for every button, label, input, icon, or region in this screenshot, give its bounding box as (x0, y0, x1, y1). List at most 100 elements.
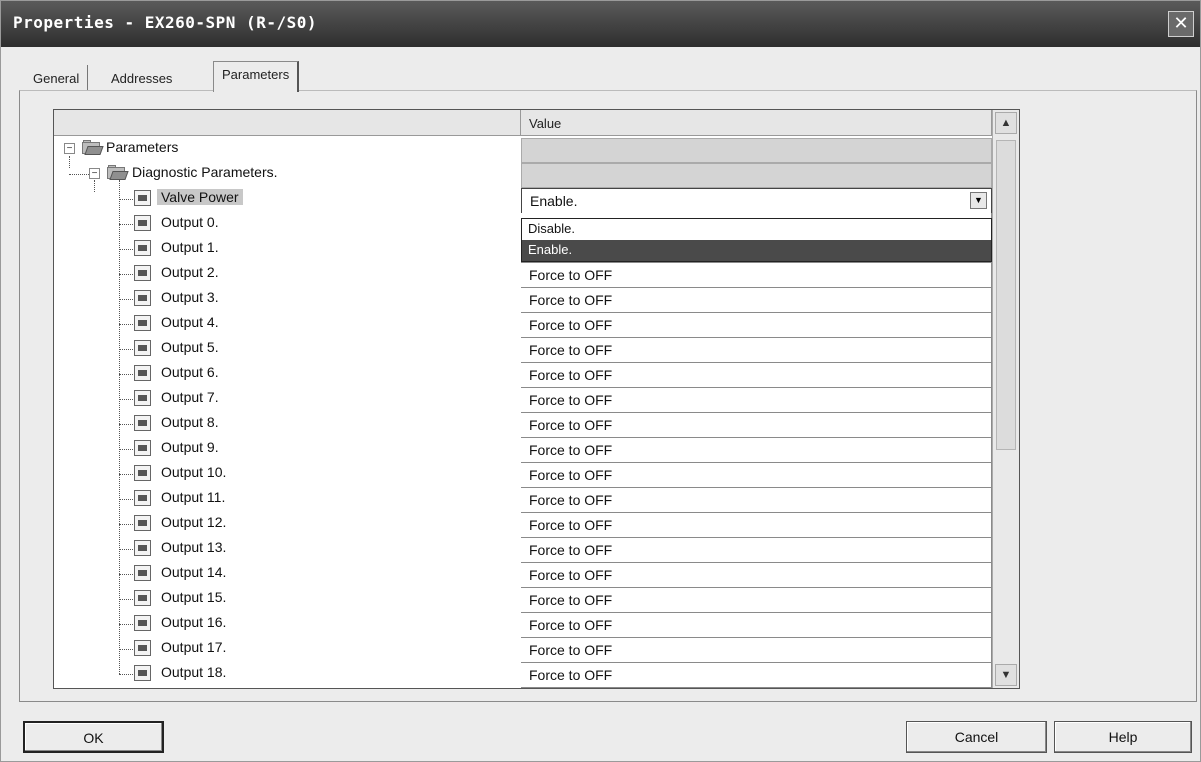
tree-row-output[interactable]: Output 2. (54, 261, 521, 286)
value-cell-output[interactable]: Force to OFF (521, 563, 992, 588)
tree-row-output[interactable]: Output 13. (54, 536, 521, 561)
valve-power-select[interactable]: Enable. ▼ (521, 188, 992, 215)
tree-row-output[interactable]: Output 10. (54, 461, 521, 486)
tree-row-output[interactable]: Output 11. (54, 486, 521, 511)
parameter-icon (134, 515, 151, 531)
value-cell-output[interactable]: Force to OFF (521, 438, 992, 463)
tree-label: Output 1. (161, 239, 219, 255)
value-cell-output[interactable]: Force to OFF (521, 613, 992, 638)
chevron-down-icon[interactable]: ▼ (970, 192, 987, 209)
tree-label: Parameters (106, 139, 179, 155)
value-cell-output[interactable]: Force to OFF (521, 538, 992, 563)
value-cell-output[interactable]: Force to OFF (521, 363, 992, 388)
value-cell-output[interactable]: Force to OFF (521, 413, 992, 438)
parameter-icon (134, 215, 151, 231)
tree-label: Output 5. (161, 339, 219, 355)
value-cell-output[interactable]: Force to OFF (521, 638, 992, 663)
parameter-icon (134, 390, 151, 406)
scroll-down-icon[interactable]: ▼ (995, 664, 1017, 686)
value-cell-diagnostic-parameters (521, 163, 992, 188)
tree-row-valve-power[interactable]: Valve Power (54, 186, 521, 211)
name-column-header[interactable] (54, 110, 521, 136)
value-cell-output[interactable]: Force to OFF (521, 388, 992, 413)
tree-label: Output 10. (161, 464, 227, 480)
tree-row-output[interactable]: Output 18. (54, 661, 521, 686)
tab-parameters[interactable]: Parameters (213, 61, 300, 92)
parameter-icon (134, 615, 151, 631)
parameter-icon (134, 240, 151, 256)
title-bar[interactable]: Properties - EX260-SPN (R-/S0) ✕ (1, 1, 1200, 47)
value-cell-output[interactable]: Force to OFF (521, 588, 992, 613)
value-cell-parameters (521, 138, 992, 163)
tree-label: Output 0. (161, 214, 219, 230)
vertical-scrollbar[interactable]: ▲ ▼ (992, 110, 1019, 688)
window-title: Properties - EX260-SPN (R-/S0) (13, 13, 317, 32)
parameter-icon (134, 490, 151, 506)
parameter-icon (134, 190, 151, 206)
tree-row-output[interactable]: Output 7. (54, 386, 521, 411)
ok-button[interactable]: OK (23, 721, 164, 753)
properties-dialog: Properties - EX260-SPN (R-/S0) ✕ General… (0, 0, 1201, 762)
tree-row-output[interactable]: Output 16. (54, 611, 521, 636)
tree-row-output[interactable]: Output 8. (54, 411, 521, 436)
tree-row-output[interactable]: Output 9. (54, 436, 521, 461)
scroll-up-icon[interactable]: ▲ (995, 112, 1017, 134)
collapse-icon[interactable]: − (64, 143, 75, 154)
tree-row-output[interactable]: Output 4. (54, 311, 521, 336)
parameter-tree: − Parameters − Diagnostic Parameters. Va… (54, 136, 521, 688)
tree-label: Output 15. (161, 589, 227, 605)
tree-row-output[interactable]: Output 14. (54, 561, 521, 586)
parameter-icon (134, 640, 151, 656)
valve-power-dropdown-list: Disable. Enable. (521, 218, 992, 262)
tree-row-parameters[interactable]: − Parameters (54, 136, 521, 161)
parameter-icon (134, 415, 151, 431)
tab-addresses[interactable]: Addresses (103, 65, 180, 91)
tree-row-output[interactable]: Output 6. (54, 361, 521, 386)
tab-general[interactable]: General (25, 65, 89, 91)
help-button[interactable]: Help (1054, 721, 1192, 753)
value-cell-output[interactable]: Force to OFF (521, 488, 992, 513)
tree-row-output[interactable]: Output 17. (54, 636, 521, 661)
scrollbar-thumb[interactable] (996, 140, 1016, 450)
tree-label: Output 9. (161, 439, 219, 455)
value-cell-output[interactable]: Force to OFF (521, 663, 992, 688)
value-cell-output[interactable]: Force to OFF (521, 263, 992, 288)
parameter-icon (134, 590, 151, 606)
folder-icon (82, 140, 104, 155)
value-cell-output[interactable]: Force to OFF (521, 513, 992, 538)
tree-row-output[interactable]: Output 3. (54, 286, 521, 311)
parameter-icon (134, 465, 151, 481)
parameter-icon (134, 540, 151, 556)
tree-row-output[interactable]: Output 0. (54, 211, 521, 236)
parameter-icon (134, 265, 151, 281)
parameter-icon (134, 565, 151, 581)
tree-label: Output 8. (161, 414, 219, 430)
dropdown-option-enable[interactable]: Enable. (522, 240, 991, 261)
tree-label: Diagnostic Parameters. (132, 164, 278, 180)
value-cell-output[interactable]: Force to OFF (521, 338, 992, 363)
close-icon[interactable]: ✕ (1168, 11, 1194, 37)
tree-row-output[interactable]: Output 15. (54, 586, 521, 611)
tree-label: Output 13. (161, 539, 227, 555)
collapse-icon[interactable]: − (89, 168, 100, 179)
parameter-icon (134, 440, 151, 456)
parameter-icon (134, 340, 151, 356)
value-column-header[interactable]: Value (521, 110, 992, 136)
tree-label: Output 7. (161, 389, 219, 405)
cancel-button[interactable]: Cancel (906, 721, 1047, 753)
tree-label: Output 12. (161, 514, 227, 530)
selected-value: Enable. (530, 193, 578, 209)
tree-row-output[interactable]: Output 1. (54, 236, 521, 261)
tree-row-diagnostic-parameters[interactable]: − Diagnostic Parameters. (54, 161, 521, 186)
tree-label: Output 14. (161, 564, 227, 580)
tree-label: Valve Power (157, 189, 243, 205)
tree-label: Output 17. (161, 639, 227, 655)
value-cell-output[interactable]: Force to OFF (521, 313, 992, 338)
value-cell-output[interactable]: Force to OFF (521, 288, 992, 313)
tree-row-output[interactable]: Output 12. (54, 511, 521, 536)
tree-row-output[interactable]: Output 5. (54, 336, 521, 361)
parameters-grid: Value − Parameters − Diagnostic Paramete… (53, 109, 1020, 689)
tree-label: Output 6. (161, 364, 219, 380)
value-cell-output[interactable]: Force to OFF (521, 463, 992, 488)
dropdown-option-disable[interactable]: Disable. (522, 219, 991, 240)
